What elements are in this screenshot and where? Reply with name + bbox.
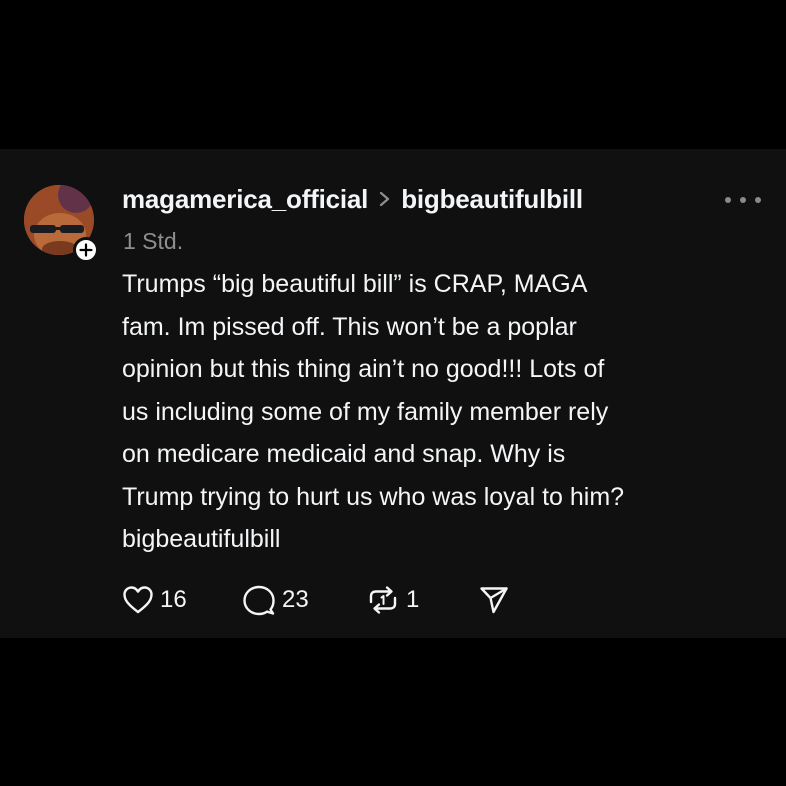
more-horizontal-icon [755,197,761,203]
share-button[interactable] [479,585,509,615]
follow-button[interactable] [73,237,99,263]
more-horizontal-icon [725,197,731,203]
post-card: magamerica_official bigbeautifulbill 1 S… [0,149,786,638]
reply-button[interactable]: 23 [242,584,366,616]
repost-button[interactable]: 1 [366,585,479,615]
more-options-button[interactable] [725,190,761,210]
post-actions: 16 23 1 [122,582,509,618]
repost-count: 1 [406,586,420,613]
reply-count: 23 [282,586,309,613]
send-icon [480,587,508,614]
topic-link[interactable]: bigbeautifulbill [401,184,583,215]
post-body: Trumps “big beautiful bill” is CRAP, MAG… [122,270,625,553]
post-header: magamerica_official bigbeautifulbill [122,182,583,216]
like-count: 16 [160,586,187,613]
more-horizontal-icon [740,197,746,203]
screen: magamerica_official bigbeautifulbill 1 S… [0,0,786,786]
plus-icon [79,243,93,257]
heart-icon [123,586,153,614]
avatar-container[interactable] [24,185,99,263]
like-button[interactable]: 16 [122,585,242,615]
repost-icon [369,586,397,614]
comment-bubble-icon [243,585,275,616]
post-timestamp: 1 Std. [123,228,184,254]
chevron-right-icon [380,191,390,207]
username-link[interactable]: magamerica_official [122,184,368,215]
